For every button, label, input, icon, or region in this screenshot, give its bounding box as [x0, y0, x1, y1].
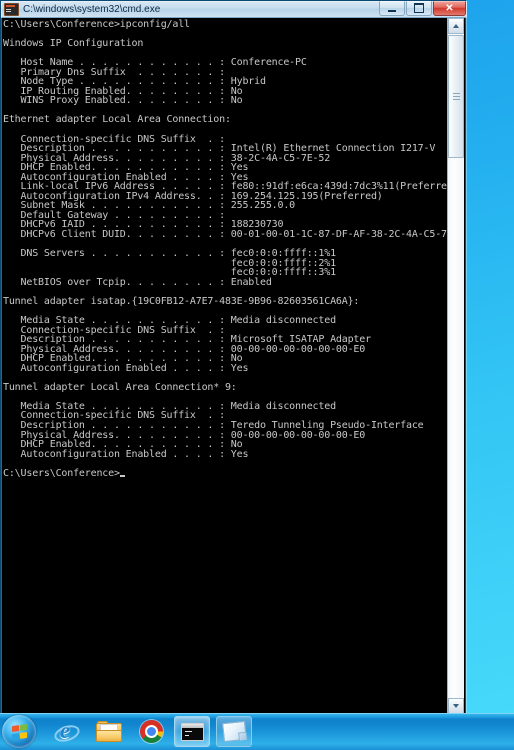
folder-icon	[96, 721, 122, 742]
command-prompt-window[interactable]: C:\windows\system32\cmd.exe ✕ C:\Users\C…	[0, 0, 467, 716]
start-button[interactable]	[2, 715, 36, 748]
internet-explorer-icon: e	[52, 718, 82, 745]
windows-logo-icon	[11, 723, 27, 740]
taskbar-item-window[interactable]	[216, 716, 252, 747]
taskbar[interactable]: e	[0, 713, 514, 750]
console-icon	[180, 722, 204, 741]
chrome-icon	[139, 720, 163, 743]
taskbar-item-google-chrome[interactable]	[132, 716, 170, 747]
window-icon	[221, 720, 247, 743]
window-frame	[1, 1, 467, 716]
taskbar-item-internet-explorer[interactable]: e	[46, 716, 84, 747]
taskbar-item-windows-explorer[interactable]	[90, 716, 128, 747]
taskbar-item-command-prompt[interactable]	[174, 716, 210, 747]
